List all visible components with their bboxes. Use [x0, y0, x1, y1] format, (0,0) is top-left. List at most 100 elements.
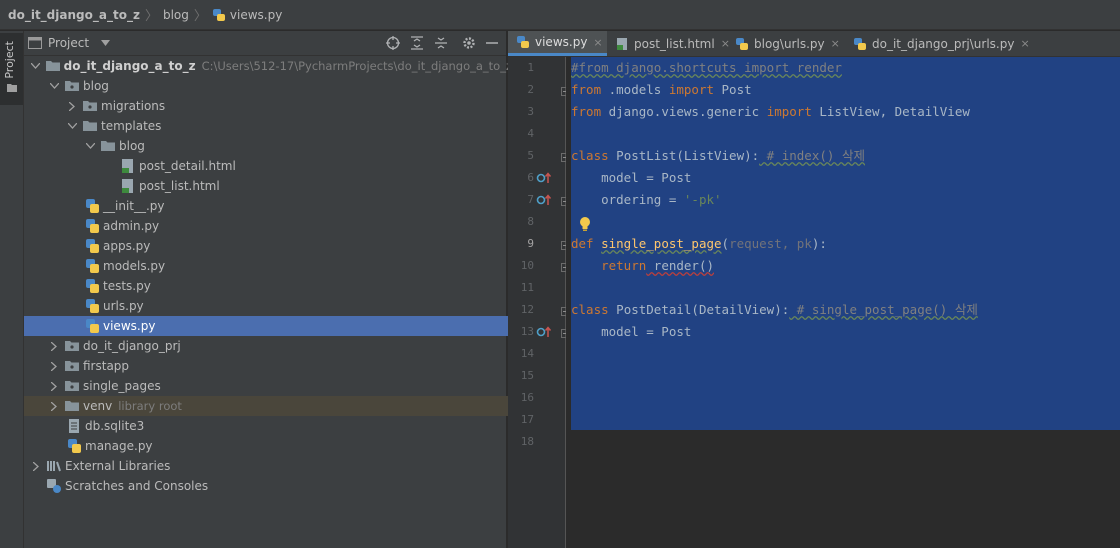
chevron-right-icon[interactable] [48, 361, 60, 371]
package-folder-icon [64, 338, 80, 354]
code-text: ( [721, 236, 730, 251]
project-view-selector[interactable]: Project [28, 36, 111, 50]
tree-item-migrations[interactable]: migrations [24, 96, 548, 116]
lightbulb-icon[interactable] [579, 216, 591, 232]
line-number: 16 [520, 391, 534, 404]
breadcrumb-folder[interactable]: blog [163, 8, 189, 22]
chevron-down-icon [101, 40, 111, 46]
close-icon[interactable]: × [831, 37, 840, 50]
tree-item-init-py[interactable]: __init__.py [24, 196, 566, 216]
chevron-right-icon[interactable] [48, 381, 60, 391]
override-marker-icon[interactable] [536, 325, 552, 342]
code-line-7: ordering = '-pk' [571, 189, 721, 211]
breadcrumb-separator: 〉 [144, 9, 158, 24]
tab-blog-urls-py[interactable]: blog\urls.py × [727, 31, 845, 56]
tree-item-db-sqlite3[interactable]: db.sqlite3 [24, 416, 548, 436]
code-keyword: class [571, 302, 609, 317]
tree-item-tests-py[interactable]: tests.py [24, 276, 566, 296]
tree-item-venv[interactable]: venv library root [24, 396, 530, 416]
tab-label: views.py [535, 35, 588, 49]
tree-label: Scratches and Consoles [65, 479, 209, 493]
tree-item-external-libraries[interactable]: External Libraries [24, 456, 512, 476]
code-text: PostList(ListView): [608, 148, 760, 163]
chevron-right-icon[interactable] [48, 341, 60, 351]
code-keyword: from [571, 104, 602, 119]
override-marker-icon[interactable] [536, 171, 552, 188]
chevron-down-icon[interactable] [84, 143, 96, 149]
tree-item-views-py[interactable]: views.py [24, 316, 566, 336]
line-number: 5 [527, 149, 534, 162]
python-file-icon [84, 218, 100, 234]
code-text: ListView, DetailView [811, 104, 970, 119]
tree-item-apps-py[interactable]: apps.py [24, 236, 566, 256]
chevron-down-icon[interactable] [66, 123, 78, 129]
line-number: 13 [520, 325, 534, 338]
close-icon[interactable]: × [593, 36, 602, 49]
tree-item-do-it-django-prj[interactable]: do_it_django_prj [24, 336, 530, 356]
tree-item-templates-blog[interactable]: blog [24, 136, 566, 156]
code-text: PostDetail(DetailView): [608, 302, 790, 317]
locate-icon[interactable] [386, 36, 400, 50]
python-file-icon [84, 198, 100, 214]
tree-item-single-pages[interactable]: single_pages [24, 376, 530, 396]
line-number: 12 [520, 303, 534, 316]
package-folder-icon [64, 358, 80, 374]
html-file-icon [615, 37, 629, 51]
chevron-down-icon[interactable] [48, 83, 60, 89]
breadcrumb-file[interactable]: views.py [212, 8, 282, 22]
collapse-all-icon[interactable] [434, 36, 448, 50]
code-comment: # index() 삭제 [759, 148, 865, 163]
tree-item-models-py[interactable]: models.py [24, 256, 566, 276]
tab-label: post_list.html [634, 36, 715, 51]
tree-label: venv [83, 399, 113, 413]
code-line-6: model = Post [571, 167, 691, 189]
folder-icon [82, 118, 98, 134]
tree-item-manage-py[interactable]: manage.py [24, 436, 548, 456]
code-line-12: class PostDetail(DetailView): # single_p… [571, 299, 978, 321]
chevron-right-icon[interactable] [48, 401, 60, 411]
tree-item-blog[interactable]: blog [24, 76, 530, 96]
tree-item-templates[interactable]: templates [24, 116, 548, 136]
expand-all-icon[interactable] [410, 36, 424, 50]
folder-icon [64, 398, 80, 414]
code-function-name: single_post_page [601, 236, 722, 251]
line-number: 14 [520, 347, 534, 360]
tab-post-list-html[interactable]: post_list.html × [607, 31, 730, 56]
tab-prj-urls-py[interactable]: do_it_django_prj\urls.py × [845, 31, 1030, 56]
code-line-13: model = Post [571, 321, 691, 343]
python-file-icon [66, 438, 82, 454]
code-text: ): [811, 236, 827, 251]
tree-label: manage.py [85, 439, 153, 453]
project-tool-window-button[interactable]: Project [0, 33, 23, 105]
close-icon[interactable]: × [1020, 37, 1029, 50]
tree-item-admin-py[interactable]: admin.py [24, 216, 566, 236]
editor-tab-bar: views.py × post_list.html × blog\urls.py… [508, 31, 1120, 57]
tree-item-project-root[interactable]: do_it_django_a_to_z C:\Users\512-17\Pych… [24, 56, 512, 76]
tab-views-py[interactable]: views.py × [508, 31, 607, 56]
tree-item-firstapp[interactable]: firstapp [24, 356, 530, 376]
breadcrumb-project[interactable]: do_it_django_a_to_z [8, 8, 140, 22]
tree-label: post_list.html [139, 179, 220, 193]
minimize-icon[interactable] [486, 36, 498, 50]
chevron-right-icon[interactable] [30, 461, 42, 471]
code-editor[interactable]: #from django.shortcuts import render fro… [566, 57, 1120, 548]
code-keyword: from [571, 82, 602, 97]
tree-label: blog [83, 79, 109, 93]
code-line-5: class PostList(ListView): # index() 삭제 [571, 145, 865, 167]
line-number: 18 [520, 435, 534, 448]
chevron-down-icon[interactable] [30, 63, 41, 69]
code-text: render() [646, 258, 714, 273]
database-file-icon [66, 418, 82, 434]
gear-icon[interactable] [462, 36, 476, 50]
chevron-right-icon[interactable] [66, 101, 78, 111]
python-file-icon [84, 298, 100, 314]
project-view-icon [28, 37, 42, 49]
line-number: 4 [527, 127, 534, 140]
library-icon [46, 458, 62, 474]
navigation-bar: do_it_django_a_to_z 〉 blog 〉 views.py [0, 0, 1120, 30]
override-marker-icon[interactable] [536, 193, 552, 210]
tree-item-urls-py[interactable]: urls.py [24, 296, 566, 316]
editor-gutter[interactable]: 1 2 3 4 5 6 7 8 9 10 11 12 13 14 15 16 1… [508, 57, 570, 548]
folder-icon [45, 58, 61, 74]
tree-item-scratches[interactable]: Scratches and Consoles [24, 476, 528, 496]
